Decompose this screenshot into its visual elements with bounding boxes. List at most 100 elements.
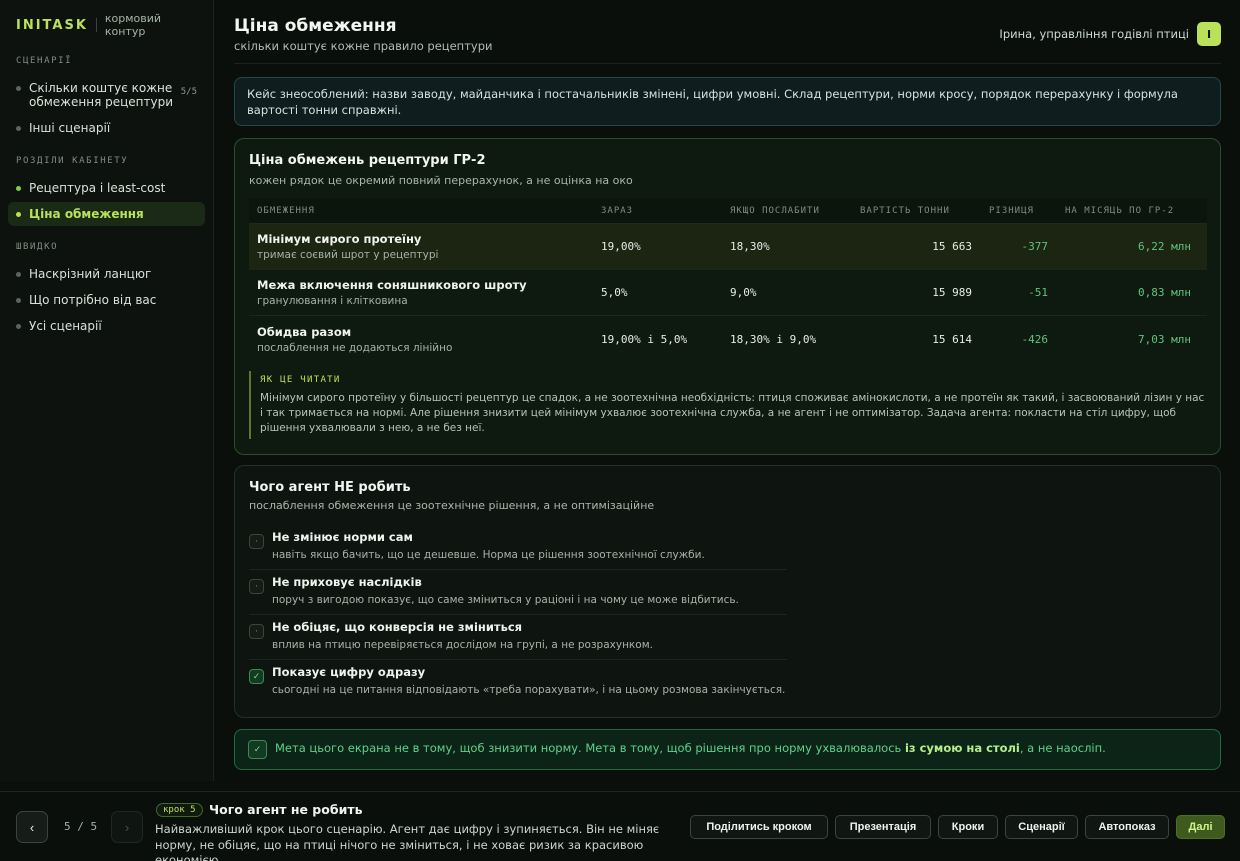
- bullet-icon: [16, 212, 21, 217]
- sidebar-item-constraint-cost-scenario[interactable]: Скільки коштує кожне обмеження рецептури…: [8, 76, 205, 114]
- sidebar-section-title: РОЗДІЛИ КАБІНЕТУ: [16, 156, 129, 166]
- value-cost: 15 663: [932, 240, 972, 253]
- bullet-icon: [16, 272, 21, 277]
- brand-divider: [95, 18, 97, 32]
- next-step-arrow-button[interactable]: ›: [111, 811, 143, 843]
- brand: INITASK кормовий контур: [8, 12, 205, 38]
- bullet-icon: [16, 324, 21, 329]
- step-pager: 5 / 5: [64, 820, 98, 833]
- bullet-icon: [16, 126, 21, 131]
- sidebar-item-what-we-need[interactable]: Що потрібно від вас: [8, 288, 205, 312]
- presentation-button[interactable]: Презентація: [835, 815, 931, 839]
- sidebar-item-constraint-price[interactable]: Ціна обмеження: [8, 202, 205, 226]
- bullet-icon: ·: [249, 624, 264, 639]
- bullet-icon: ·: [249, 579, 264, 594]
- bullet-icon: ·: [249, 534, 264, 549]
- value-diff: -426: [1021, 332, 1049, 346]
- value-now: 19,00% і 5,0%: [601, 332, 688, 346]
- value-relaxed: 18,30% і 9,0%: [730, 332, 817, 346]
- rule-title: Не приховує наслідків: [272, 575, 422, 589]
- card-subtitle: послаблення обмеження це зоотехнічне ріш…: [249, 499, 655, 512]
- value-relaxed: 18,30%: [730, 240, 770, 253]
- table-row[interactable]: Мінімум сирого протеїну тримає соєвий шр…: [249, 224, 1207, 270]
- column-header: НА МІСЯЦЬ ПО ГР-2: [1065, 205, 1175, 216]
- brand-name[interactable]: INITASK: [16, 18, 88, 33]
- column-header: ЯКЩО ПОСЛАБИТИ: [730, 205, 820, 216]
- value-monthly: 0,83 млн: [1138, 286, 1191, 299]
- column-header: ЗАРАЗ: [601, 205, 634, 216]
- constraints-table: ОБМЕЖЕННЯ ЗАРАЗ ЯКЩО ПОСЛАБИТИ ВАРТІСТЬ …: [249, 198, 1207, 362]
- card-subtitle: кожен рядок це окремий повний перерахуно…: [249, 174, 633, 187]
- bullet-icon: [16, 86, 21, 91]
- sidebar: INITASK кормовий контур СЦЕНАРІЇ Скільки…: [0, 0, 214, 781]
- column-header: ВАРТІСТЬ ТОННИ: [860, 205, 950, 216]
- sidebar-item-end-to-end-chain[interactable]: Наскрізний ланцюг: [8, 262, 205, 286]
- sidebar-section-title: СЦЕНАРІЇ: [16, 56, 73, 66]
- card-title: Чого агент НЕ робить: [249, 480, 411, 495]
- bullet-icon: [16, 186, 21, 191]
- step-title: Чого агент не робить: [209, 802, 363, 817]
- rule-item: · Не змінює норми сам навіть якщо бачить…: [249, 525, 787, 570]
- user-menu[interactable]: Ірина, управління годівлі птиці І: [999, 22, 1221, 46]
- value-now: 19,00%: [601, 240, 641, 253]
- value-cost: 15 989: [932, 286, 972, 299]
- sidebar-item-label: Інші сценарії: [29, 121, 111, 135]
- sidebar-item-label: Наскрізний ланцюг: [29, 267, 152, 281]
- sidebar-item-all-scenarios[interactable]: Усі сценарії: [8, 314, 205, 338]
- rule-title: Не обіцяє, що конверсія не зміниться: [272, 620, 523, 634]
- anonymization-notice: Кейс знеособлений: назви заводу, майданч…: [234, 77, 1221, 126]
- rule-item: · Не обіцяє, що конверсія не зміниться в…: [249, 615, 787, 660]
- column-header: ОБМЕЖЕННЯ: [257, 205, 315, 216]
- constraint-desc: гранулювання і клітковина: [257, 295, 408, 307]
- constraint-name: Обидва разом: [257, 324, 352, 339]
- rule-title: Не змінює норми сам: [272, 530, 413, 544]
- sidebar-item-label: Ціна обмеження: [29, 207, 144, 221]
- rule-desc: поруч з вигодою показує, що саме змінить…: [272, 594, 739, 606]
- constraint-cell: Мінімум сирого протеїну тримає соєвий шр…: [249, 232, 601, 261]
- sidebar-item-recipe-least-cost[interactable]: Рецептура і least-cost: [8, 176, 205, 200]
- sidebar-item-count: 5/5: [180, 87, 197, 97]
- rule-item: ✓ Показує цифру одразу сьогодні на це пи…: [249, 660, 787, 705]
- constraint-desc: послаблення не додаються лінійно: [257, 341, 453, 354]
- brand-subtitle: кормовий контур: [104, 12, 162, 38]
- rule-desc: вплив на птицю перевіряється дослідом на…: [272, 639, 653, 651]
- step-badge: крок 5: [156, 803, 203, 817]
- table-row[interactable]: Межа включення соняшникового шроту грану…: [249, 270, 1207, 316]
- sidebar-item-label: Що потрібно від вас: [29, 293, 157, 307]
- rule-desc: сьогодні на це питання відповідають «тре…: [272, 684, 786, 696]
- how-to-read-label: ЯК ЦЕ ЧИТАТИ: [260, 375, 341, 385]
- table-header: ОБМЕЖЕННЯ ЗАРАЗ ЯКЩО ПОСЛАБИТИ ВАРТІСТЬ …: [249, 198, 1207, 224]
- how-to-read-text: Мінімум сирого протеїну у більшості реце…: [260, 392, 1205, 434]
- avatar[interactable]: І: [1197, 22, 1221, 46]
- agent-limits-card: Чого агент НЕ робить послаблення обмежен…: [234, 465, 1221, 718]
- check-icon: ✓: [249, 669, 264, 684]
- main-content: Ціна обмеження скільки коштує кожне прав…: [234, 0, 1221, 770]
- next-button[interactable]: Далі: [1176, 815, 1225, 839]
- value-monthly: 6,22 млн: [1138, 240, 1191, 253]
- value-diff: -51: [1028, 286, 1048, 299]
- table-row[interactable]: Обидва разом послаблення не додаються лі…: [249, 316, 1207, 362]
- card-title: Ціна обмежень рецептури ГР-2: [249, 153, 486, 168]
- goal-text-emphasis: із сумою на столі: [904, 741, 1020, 755]
- constraint-cell: Обидва разом послаблення не додаються лі…: [249, 325, 601, 354]
- scenarios-button[interactable]: Сценарії: [1005, 815, 1078, 839]
- user-name: Ірина, управління годівлі птиці: [999, 27, 1189, 41]
- goal-text-start: Мета цього екрана не в тому, щоб знизити…: [275, 741, 905, 755]
- goal-banner: ✓ Мета цього екрана не в тому, щоб знизи…: [234, 729, 1221, 770]
- share-step-button[interactable]: Поділитись кроком: [690, 815, 828, 839]
- column-header: РІЗНИЦЯ: [989, 205, 1034, 216]
- sidebar-item-other-scenarios[interactable]: Інші сценарії: [8, 116, 205, 140]
- prev-step-button[interactable]: ‹: [16, 811, 48, 843]
- goal-text-end: , а не наосліп.: [1019, 741, 1106, 755]
- page-subtitle: скільки коштує кожне правило рецептури: [234, 39, 493, 53]
- autoplay-button[interactable]: Автопоказ: [1085, 815, 1169, 839]
- sidebar-item-label: Рецептура і least-cost: [29, 181, 166, 195]
- value-relaxed: 9,0%: [730, 286, 757, 299]
- check-icon: ✓: [248, 740, 267, 759]
- steps-button[interactable]: Кроки: [938, 815, 998, 839]
- sidebar-item-label: Усі сценарії: [29, 319, 102, 333]
- constraints-card: Ціна обмежень рецептури ГР-2 кожен рядок…: [234, 138, 1221, 455]
- constraint-name: Межа включення соняшникового шроту: [257, 278, 527, 292]
- page-header: Ціна обмеження скільки коштує кожне прав…: [234, 0, 1221, 64]
- bullet-icon: [16, 298, 21, 303]
